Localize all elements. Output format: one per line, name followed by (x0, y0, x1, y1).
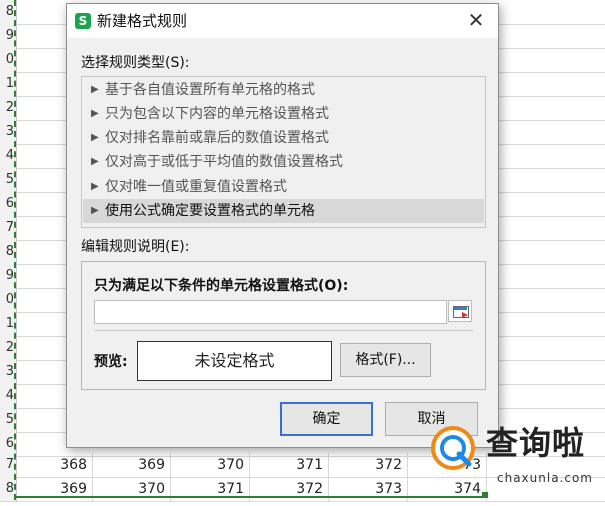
expand-arrow-icon: ▶ (91, 132, 99, 143)
watermark-url: chaxunla.com (497, 471, 593, 485)
edit-rule-desc-label: 编辑规则说明(E): (81, 239, 190, 255)
divider (94, 330, 473, 331)
select-rule-type-label: 选择规则类型(S): (81, 55, 190, 71)
new-format-rule-dialog: S 新建格式规则 ✕ 选择规则类型(S): ▶ 基于各自值设置所有单元格的格式 … (66, 3, 499, 448)
selection-marquee (14, 0, 18, 500)
watermark-title: 查询啦 (486, 424, 586, 462)
dialog-titlebar[interactable]: S 新建格式规则 ✕ (67, 4, 498, 38)
list-item-selected[interactable]: ▶ 使用公式确定要设置格式的单元格 (83, 199, 484, 223)
table-cell[interactable]: 369 (93, 453, 171, 477)
ok-button[interactable]: 确定 (280, 402, 373, 436)
expand-arrow-icon: ▶ (91, 205, 99, 216)
rule-type-list[interactable]: ▶ 基于各自值设置所有单元格的格式 ▶ 只为包含以下内容的单元格设置格式 ▶ 仅… (81, 76, 486, 228)
list-item-label: 基于各自值设置所有单元格的格式 (105, 82, 315, 98)
app-logo-icon: S (75, 13, 91, 29)
format-button[interactable]: 格式(F)... (340, 343, 431, 377)
table-cell[interactable]: 371 (250, 453, 329, 477)
expand-arrow-icon: ▶ (91, 181, 99, 192)
rule-description-group: 只为满足以下条件的单元格设置格式(O): 预览: 未设定格式 格式(F)... (81, 261, 486, 390)
list-item-label: 仅对排名靠前或靠后的数值设置格式 (105, 130, 329, 146)
list-item[interactable]: ▶ 仅对唯一值或重复值设置格式 (83, 175, 484, 199)
table-cell[interactable]: 372 (329, 453, 408, 477)
range-picker-button[interactable] (448, 300, 472, 322)
list-item-label: 只为包含以下内容的单元格设置格式 (105, 106, 329, 122)
list-item[interactable]: ▶ 仅对排名靠前或靠后的数值设置格式 (83, 126, 484, 150)
format-preview-box: 未设定格式 (137, 341, 332, 381)
list-item[interactable]: ▶ 只为包含以下内容的单元格设置格式 (83, 102, 484, 126)
chaxunla-logo-icon (431, 426, 475, 470)
fill-handle[interactable] (482, 492, 488, 498)
list-item-label: 仅对高于或低于平均值的数值设置格式 (105, 154, 343, 170)
formula-condition-label: 只为满足以下条件的单元格设置格式(O): (94, 278, 349, 294)
expand-arrow-icon: ▶ (91, 84, 99, 95)
preview-label: 预览: (94, 354, 128, 370)
list-item-label: 使用公式确定要设置格式的单元格 (105, 203, 315, 219)
list-item-label: 仅对唯一值或重复值设置格式 (105, 179, 287, 195)
list-item[interactable]: ▶ 基于各自值设置所有单元格的格式 (83, 78, 484, 102)
dialog-title: 新建格式规则 (97, 12, 188, 30)
selection-border (14, 496, 486, 498)
range-select-icon-bar (454, 307, 467, 310)
formula-input[interactable] (94, 300, 447, 324)
list-item[interactable]: ▶ 仅对高于或低于平均值的数值设置格式 (83, 150, 484, 174)
close-icon[interactable]: ✕ (464, 8, 488, 32)
table-cell[interactable]: 370 (171, 453, 250, 477)
expand-arrow-icon: ▶ (91, 156, 99, 167)
expand-arrow-icon: ▶ (91, 108, 99, 119)
table-cell[interactable]: 368 (15, 453, 93, 477)
